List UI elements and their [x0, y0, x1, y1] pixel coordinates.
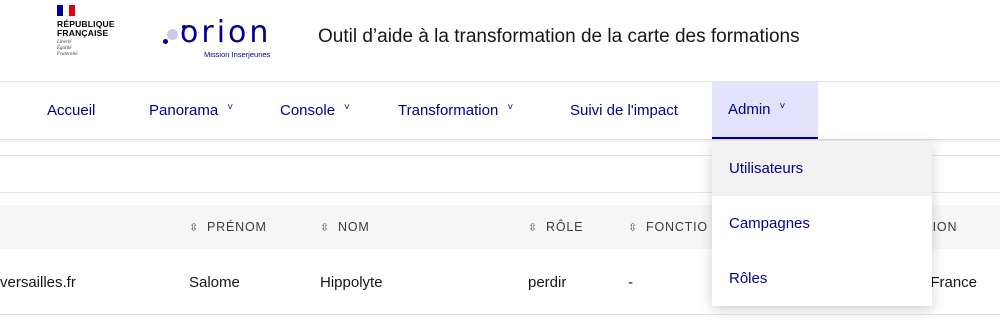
french-flag-icon: [57, 5, 75, 16]
column-header-label: FONCTIO: [646, 220, 708, 234]
chevron-down-icon: ˅: [344, 102, 350, 113]
chevron-down-icon: ˅: [227, 102, 234, 113]
column-header-fonction[interactable]: ⇳ FONCTIO: [628, 220, 708, 234]
nav-admin[interactable]: Admin ˅: [712, 82, 818, 139]
cell-role: perdir: [528, 274, 567, 291]
site-header: RÉPUBLIQUE FRANÇAISE Liberté Égalité Fra…: [0, 0, 1000, 82]
nav-console-label: Console: [280, 102, 336, 119]
logo-line-2: FRANÇAISE: [57, 28, 109, 38]
nav-suivi-impact[interactable]: Suivi de l'impact: [570, 82, 678, 139]
column-header-label: RÔLE: [546, 220, 584, 234]
cell-fonction: -: [628, 274, 633, 291]
cell-email: versailles.fr: [0, 274, 76, 291]
column-header-role[interactable]: ⇳ RÔLE: [528, 220, 583, 234]
site-title: Outil d’aide à la transformation de la c…: [318, 26, 800, 47]
chevron-down-icon: ˅: [779, 101, 786, 112]
nav-transformation-label: Transformation: [398, 102, 499, 119]
sort-icon: ⇳: [628, 222, 639, 234]
nav-transformation[interactable]: Transformation ˅: [398, 82, 513, 139]
nav-accueil-label: Accueil: [47, 102, 96, 119]
menu-item-campagnes[interactable]: Campagnes: [712, 196, 932, 251]
column-header-nom[interactable]: ⇳ NOM: [320, 220, 370, 234]
cell-nom: Hippolyte: [320, 274, 383, 291]
menu-item-roles[interactable]: Rôles: [712, 251, 932, 306]
menu-item-utilisateurs[interactable]: Utilisateurs: [712, 141, 932, 196]
sort-icon: ⇳: [189, 222, 200, 234]
devise-fraternite: Fraternité: [57, 52, 78, 57]
nav-admin-label: Admin: [728, 101, 771, 118]
chevron-down-icon: ˅: [507, 102, 514, 113]
orion-logo[interactable]: orion Mission Inserjeunes: [161, 14, 291, 64]
nav-panorama-label: Panorama: [149, 102, 219, 119]
sort-icon: ⇳: [320, 222, 331, 234]
nav-console[interactable]: Console ˅: [280, 82, 350, 139]
main-nav: Accueil Panorama ˅ Console ˅ Transformat…: [0, 82, 1000, 140]
admin-dropdown-menu: Utilisateurs Campagnes Rôles: [712, 141, 932, 306]
nav-panorama[interactable]: Panorama ˅: [149, 82, 233, 139]
republique-francaise-logo[interactable]: RÉPUBLIQUE FRANÇAISE Liberté Égalité Fra…: [57, 5, 127, 67]
nav-suivi-impact-label: Suivi de l'impact: [570, 102, 678, 119]
orion-subtitle: Mission Inserjeunes: [204, 50, 271, 59]
cell-prenom: Salome: [189, 274, 240, 291]
sort-icon: ⇳: [528, 222, 539, 234]
column-header-prenom[interactable]: ⇳ PRÉNOM: [189, 220, 267, 234]
column-header-label: PRÉNOM: [207, 220, 267, 234]
column-header-label: NOM: [338, 220, 370, 234]
nav-accueil[interactable]: Accueil: [47, 82, 95, 139]
devise: Liberté Égalité Fraternité: [57, 40, 127, 58]
orion-wordmark: orion: [180, 15, 272, 50]
